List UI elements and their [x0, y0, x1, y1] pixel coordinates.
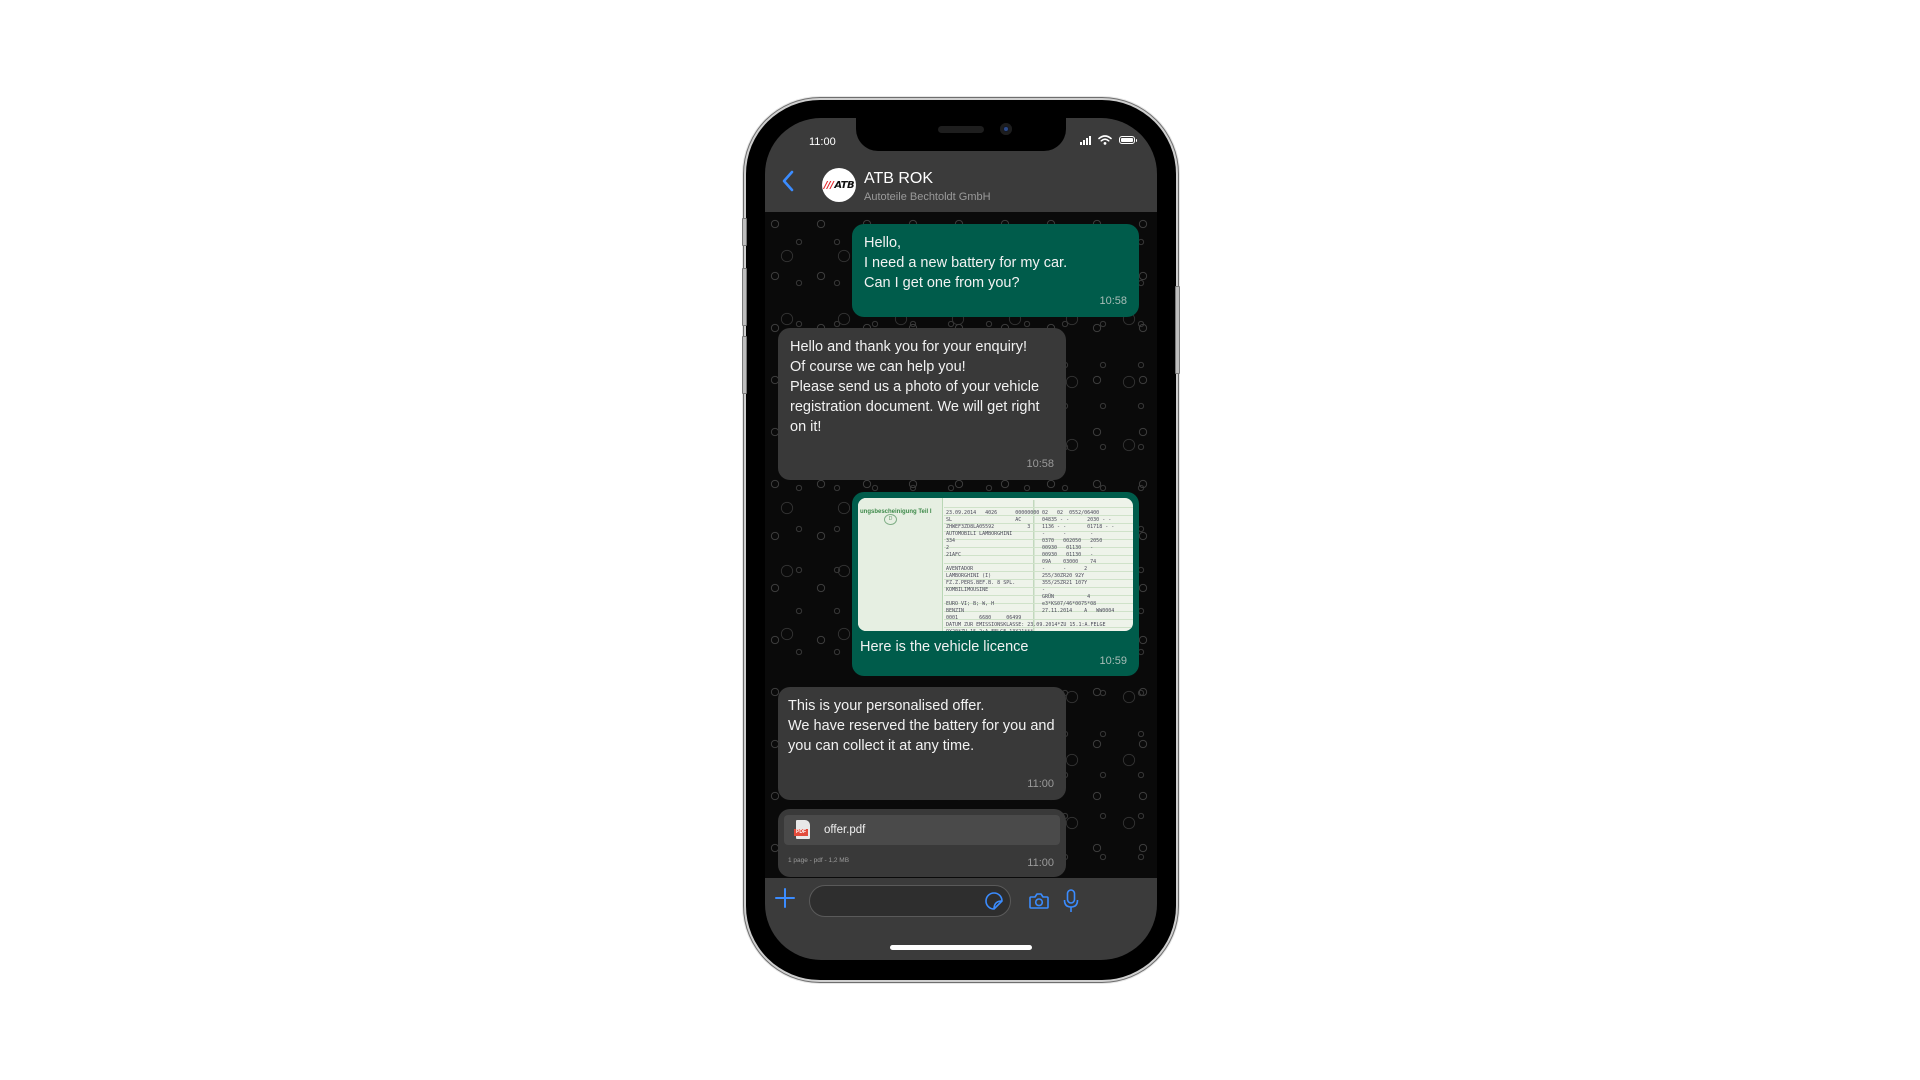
silent-switch	[742, 218, 747, 246]
front-camera	[1000, 123, 1012, 135]
file-name: offer.pdf	[824, 824, 866, 836]
message-incoming[interactable]: Hello and thank you for your enquiry! Of…	[778, 328, 1066, 480]
contact-name[interactable]: ATB ROK	[864, 170, 933, 188]
back-chevron-icon[interactable]	[779, 168, 797, 194]
volume-up-button	[742, 268, 747, 326]
message-time: 10:58	[1099, 295, 1127, 307]
message-input-bar	[765, 878, 1157, 960]
file-attachment[interactable]: PDF offer.pdf	[784, 815, 1060, 845]
sticker-icon[interactable]	[984, 891, 1004, 911]
wifi-icon	[1098, 135, 1112, 145]
message-text: This is your personalised offer. We have…	[788, 698, 1055, 754]
phone-frame: 11:00 ///ATB ATB ROK Autoteile Bechtoldt…	[742, 100, 1180, 980]
document-line: AUTOMOBILI LAMBORGHINI	[946, 531, 1013, 537]
microphone-icon[interactable]	[1063, 888, 1079, 914]
message-time: 11:00	[1027, 778, 1054, 790]
contact-avatar[interactable]: ///ATB	[822, 168, 856, 202]
pdf-file-icon: PDF	[794, 819, 810, 841]
message-incoming-file[interactable]: PDF offer.pdf 1 page - pdf - 1,2 MB 11:0…	[778, 809, 1066, 877]
cellular-signal-icon	[1080, 135, 1091, 145]
speaker-grille	[938, 126, 984, 133]
status-time: 11:00	[809, 136, 836, 148]
status-icons	[1080, 135, 1137, 145]
document-left-panel: ungsbescheinigung Teil I D	[858, 498, 943, 631]
vehicle-licence-photo[interactable]: ungsbescheinigung Teil I D 23.09.2014 40…	[858, 498, 1133, 631]
camera-icon[interactable]	[1028, 890, 1050, 912]
chat-messages[interactable]: Hello, I need a new battery for my car. …	[765, 212, 1157, 878]
image-caption: Here is the vehicle licence	[860, 639, 1029, 655]
message-outgoing[interactable]: Hello, I need a new battery for my car. …	[852, 224, 1139, 317]
atb-logo: ///ATB	[823, 179, 855, 191]
document-line: 9X20*ZU 15.2:A.FELGE 13X21***	[946, 622, 1033, 631]
contact-subtitle: Autoteile Bechtoldt GmbH	[864, 191, 991, 203]
message-time: 11:00	[1027, 857, 1054, 869]
power-button	[1175, 286, 1180, 374]
message-time: 10:58	[1026, 458, 1054, 470]
file-meta: 1 page - pdf - 1,2 MB	[788, 857, 850, 864]
message-incoming[interactable]: This is your personalised offer. We have…	[778, 687, 1066, 800]
document-fields: 23.09.2014 4026 00000000 SL AC ZHWEF3ZD8LA…	[944, 500, 1133, 631]
phone-screen: 11:00 ///ATB ATB ROK Autoteile Bechtoldt…	[765, 118, 1157, 960]
message-text: Hello, I need a new battery for my car. …	[864, 235, 1068, 291]
volume-down-button	[742, 336, 747, 394]
message-text: Hello and thank you for your enquiry! Of…	[790, 339, 1040, 435]
home-indicator[interactable]	[890, 945, 1032, 950]
plus-icon[interactable]	[773, 886, 797, 910]
message-time: 10:59	[1099, 655, 1127, 667]
battery-icon	[1119, 136, 1137, 144]
document-line-right: 27.11.2014 A WW0004	[1042, 608, 1115, 614]
notch	[856, 118, 1066, 151]
message-outgoing-image[interactable]: ungsbescheinigung Teil I D 23.09.2014 40…	[852, 492, 1139, 676]
message-input[interactable]	[809, 885, 1011, 917]
